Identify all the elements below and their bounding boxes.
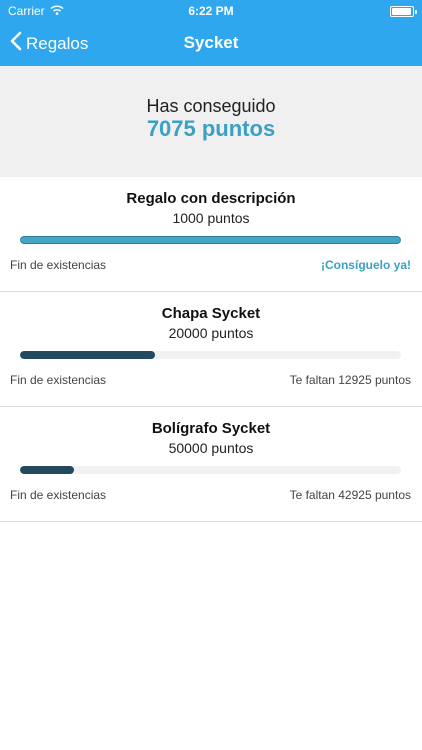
gift-item[interactable]: Regalo con descripción 1000 puntos Fin d… (0, 177, 422, 292)
gift-stock-status: Fin de existencias (10, 488, 107, 502)
gift-title: Regalo con descripción (126, 190, 296, 207)
get-gift-link[interactable]: ¡Consíguelo ya! (321, 258, 411, 272)
back-button-label: Regalos (26, 33, 89, 53)
gift-list: Regalo con descripción 1000 puntos Fin d… (0, 177, 422, 522)
points-total: 7075 puntos (146, 116, 276, 141)
app-header: Carrier 6:22 PM Regalos Sycket (0, 0, 422, 66)
points-remaining: Te faltan 42925 puntos (289, 488, 411, 502)
status-bar: Carrier 6:22 PM (0, 0, 422, 22)
gift-points: 50000 puntos (168, 440, 254, 456)
gift-item[interactable]: Bolígrafo Sycket 50000 puntos Fin de exi… (0, 407, 422, 522)
points-remaining: Te faltan 12925 puntos (289, 373, 411, 387)
battery-icon (390, 6, 417, 17)
gift-stock-status: Fin de existencias (10, 258, 107, 272)
chevron-left-icon (10, 31, 22, 56)
gift-progress-bar (20, 466, 401, 474)
gift-progress-bar (20, 236, 401, 244)
gift-progress-fill (20, 236, 401, 244)
gift-points: 20000 puntos (168, 325, 254, 341)
points-summary: Has conseguido 7075 puntos (0, 66, 422, 177)
status-time: 6:22 PM (188, 4, 234, 18)
gift-progress-bar (20, 351, 401, 359)
back-button[interactable]: Regalos (10, 31, 88, 56)
points-summary-label: Has conseguido (146, 96, 276, 116)
gift-title: Bolígrafo Sycket (151, 420, 271, 437)
gift-title: Chapa Sycket (161, 305, 261, 322)
gift-progress-fill (20, 466, 75, 474)
gift-item[interactable]: Chapa Sycket 20000 puntos Fin de existen… (0, 292, 422, 407)
gift-stock-status: Fin de existencias (10, 373, 107, 387)
gift-progress-fill (20, 351, 155, 359)
gift-points: 1000 puntos (172, 210, 250, 226)
